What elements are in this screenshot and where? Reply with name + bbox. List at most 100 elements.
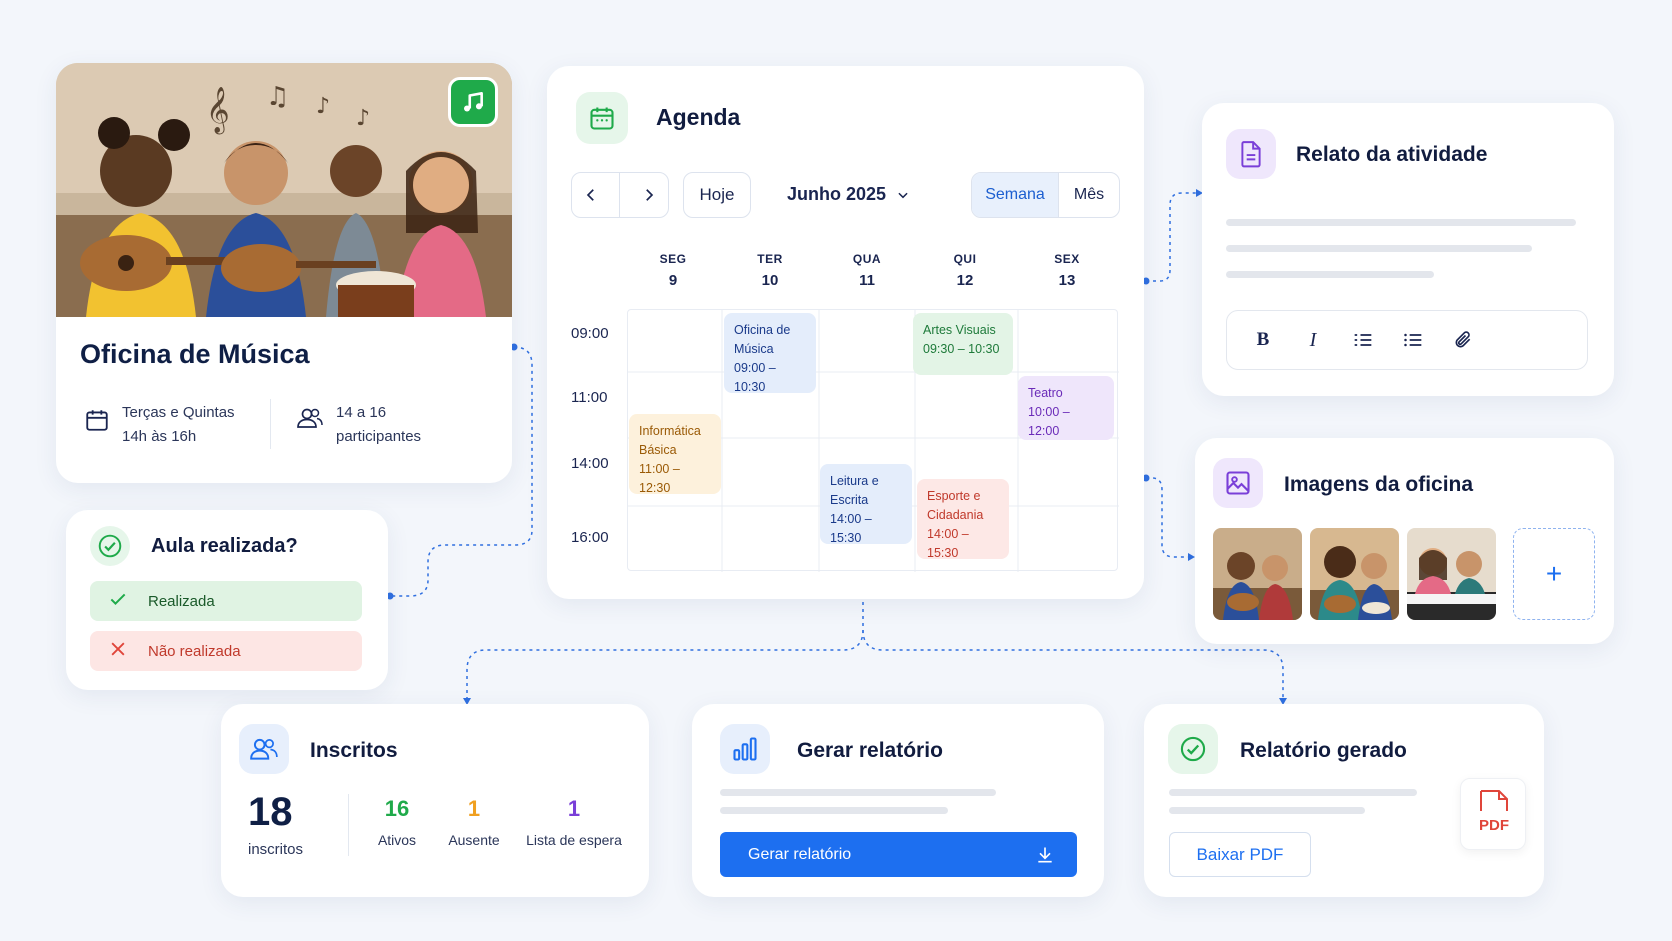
enrolled-total: 18 xyxy=(248,790,293,834)
generate-report-label: Gerar relatório xyxy=(748,845,852,863)
day-date: 12 xyxy=(956,272,974,289)
event-time: 10:00 – 12:00 xyxy=(1028,405,1070,438)
check-circle-icon xyxy=(1168,724,1218,774)
workshop-thumbnail[interactable] xyxy=(1213,528,1302,620)
bold-button[interactable]: B xyxy=(1247,324,1279,356)
document-icon xyxy=(1226,129,1276,179)
text-placeholder-line xyxy=(720,807,948,814)
workshop-participants: 14 a 16 participantes xyxy=(296,401,421,449)
done-button[interactable]: Realizada xyxy=(90,581,362,621)
event-leitura-escrita[interactable]: Leitura e Escrita 14:00 – 15:30 xyxy=(820,464,912,545)
event-title: Escrita xyxy=(830,493,869,507)
text-placeholder-line xyxy=(1169,807,1365,814)
view-month-button[interactable]: Mês xyxy=(1058,173,1119,217)
pdf-document-icon xyxy=(1480,790,1508,811)
bullet-list-button[interactable] xyxy=(1397,324,1429,356)
numbered-list-button[interactable] xyxy=(1347,324,1379,356)
chevron-right-icon xyxy=(646,189,654,201)
x-icon xyxy=(108,639,128,663)
generate-report-button[interactable]: Gerar relatório xyxy=(720,832,1077,877)
text-placeholder-line xyxy=(1169,789,1417,796)
pdf-file-icon[interactable]: PDF xyxy=(1460,778,1526,850)
link-button[interactable] xyxy=(1447,324,1479,356)
workshop-schedule: Terças e Quintas 14h às 16h xyxy=(84,401,235,449)
enrolled-total-label: inscritos xyxy=(248,841,304,858)
nav-divider xyxy=(619,172,621,218)
check-circle-icon xyxy=(90,526,130,566)
day-header: QUI 12 xyxy=(935,252,995,289)
stat-label: Ausente xyxy=(448,832,500,848)
agenda-card: Agenda Hoje Junho 2025 Semana Mês SEG 9 … xyxy=(547,66,1144,599)
people-icon xyxy=(239,724,289,774)
italic-button[interactable]: I xyxy=(1297,324,1329,356)
participants-range: 14 a 16 xyxy=(336,404,387,421)
download-pdf-button[interactable]: Baixar PDF xyxy=(1169,832,1311,877)
meta-divider xyxy=(270,399,271,449)
schedule-hours: 14h às 16h xyxy=(122,428,197,445)
not-done-button[interactable]: Não realizada xyxy=(90,631,362,671)
next-week-button[interactable] xyxy=(640,186,658,204)
generate-report-title: Gerar relatório xyxy=(797,739,943,762)
nav-buttons xyxy=(571,172,669,218)
paperclip-icon xyxy=(1455,331,1471,348)
chevron-down-icon xyxy=(898,192,908,198)
bar-chart-icon xyxy=(720,724,770,774)
workshop-images-title: Imagens da oficina xyxy=(1284,473,1474,496)
not-done-label: Não realizada xyxy=(148,642,241,660)
event-oficina-musica[interactable]: Oficina de Música 09:00 – 10:30 xyxy=(724,313,816,394)
enrolled-card: Inscritos 18 inscritos 16 Ativos 1 Ausen… xyxy=(221,704,649,897)
participants-label: participantes xyxy=(336,428,422,445)
event-title: Música xyxy=(734,342,774,356)
event-time: 11:00 – 12:30 xyxy=(639,462,680,495)
event-esporte-cidadania[interactable]: Esporte e Cidadania 14:00 – 15:30 xyxy=(917,479,1009,560)
class-status-card: Aula realizada? Realizada Não realizada xyxy=(66,510,388,690)
enrolled-title: Inscritos xyxy=(310,739,398,762)
text-placeholder-line xyxy=(1226,271,1434,278)
schedule-days: Terças e Quintas xyxy=(122,404,235,421)
view-week-button[interactable]: Semana xyxy=(972,173,1058,217)
time-label: 11:00 xyxy=(571,389,608,406)
workshop-title: Oficina de Música xyxy=(80,339,310,369)
workshop-card[interactable]: 𝄞 ♫ ♪ ♪ Oficina de Música Terças e Quint… xyxy=(56,63,512,483)
bullet-list-icon xyxy=(1404,333,1422,347)
stat-absent: 1 Ausente xyxy=(439,796,509,848)
event-time: 09:30 – 10:30 xyxy=(923,342,1000,356)
class-status-title: Aula realizada? xyxy=(151,535,298,557)
day-date: 9 xyxy=(668,272,678,289)
month-select[interactable]: Junho 2025 xyxy=(787,184,910,205)
generated-report-card: Relatório gerado Baixar PDF PDF xyxy=(1144,704,1544,897)
day-date: 11 xyxy=(859,272,875,289)
event-artes-visuais[interactable]: Artes Visuais 09:30 – 10:30 xyxy=(913,313,1013,375)
day-header: QUA 11 xyxy=(837,252,897,289)
generate-report-card: Gerar relatório Gerar relatório xyxy=(692,704,1104,897)
workshop-photo: 𝄞 ♫ ♪ ♪ xyxy=(56,63,512,317)
workshop-thumbnail[interactable] xyxy=(1407,528,1496,620)
event-title: Oficina de xyxy=(734,323,791,337)
event-teatro[interactable]: Teatro 10:00 – 12:00 xyxy=(1018,376,1114,440)
event-title: Teatro xyxy=(1028,386,1063,400)
time-label: 09:00 xyxy=(571,325,609,342)
event-informatica[interactable]: Informática Básica 11:00 – 12:30 xyxy=(629,414,721,495)
today-button[interactable]: Hoje xyxy=(683,172,751,218)
children-playing-music-illustration: 𝄞 ♫ ♪ ♪ xyxy=(56,63,512,317)
image-icon xyxy=(1213,458,1263,508)
svg-text:𝄞: 𝄞 xyxy=(206,87,230,135)
day-name: SEX xyxy=(1054,252,1080,266)
day-header: TER 10 xyxy=(740,252,800,289)
event-time: 14:00 – 15:30 xyxy=(927,527,969,560)
event-title: Básica xyxy=(639,443,677,457)
checkmark-icon xyxy=(108,589,128,613)
workshop-thumbnail[interactable] xyxy=(1310,528,1399,620)
day-header: SEG 9 xyxy=(643,252,703,289)
add-image-button[interactable]: + xyxy=(1513,528,1595,620)
calendar-icon xyxy=(576,92,628,144)
prev-week-button[interactable] xyxy=(582,186,600,204)
day-name: QUI xyxy=(953,252,977,266)
month-label: Junho 2025 xyxy=(787,184,887,204)
done-label: Realizada xyxy=(148,592,215,610)
svg-text:♪: ♪ xyxy=(356,106,370,131)
event-title: Informática xyxy=(639,424,701,438)
people-icon xyxy=(296,405,324,449)
time-label: 16:00 xyxy=(571,529,609,546)
event-title: Leitura e xyxy=(830,474,879,488)
